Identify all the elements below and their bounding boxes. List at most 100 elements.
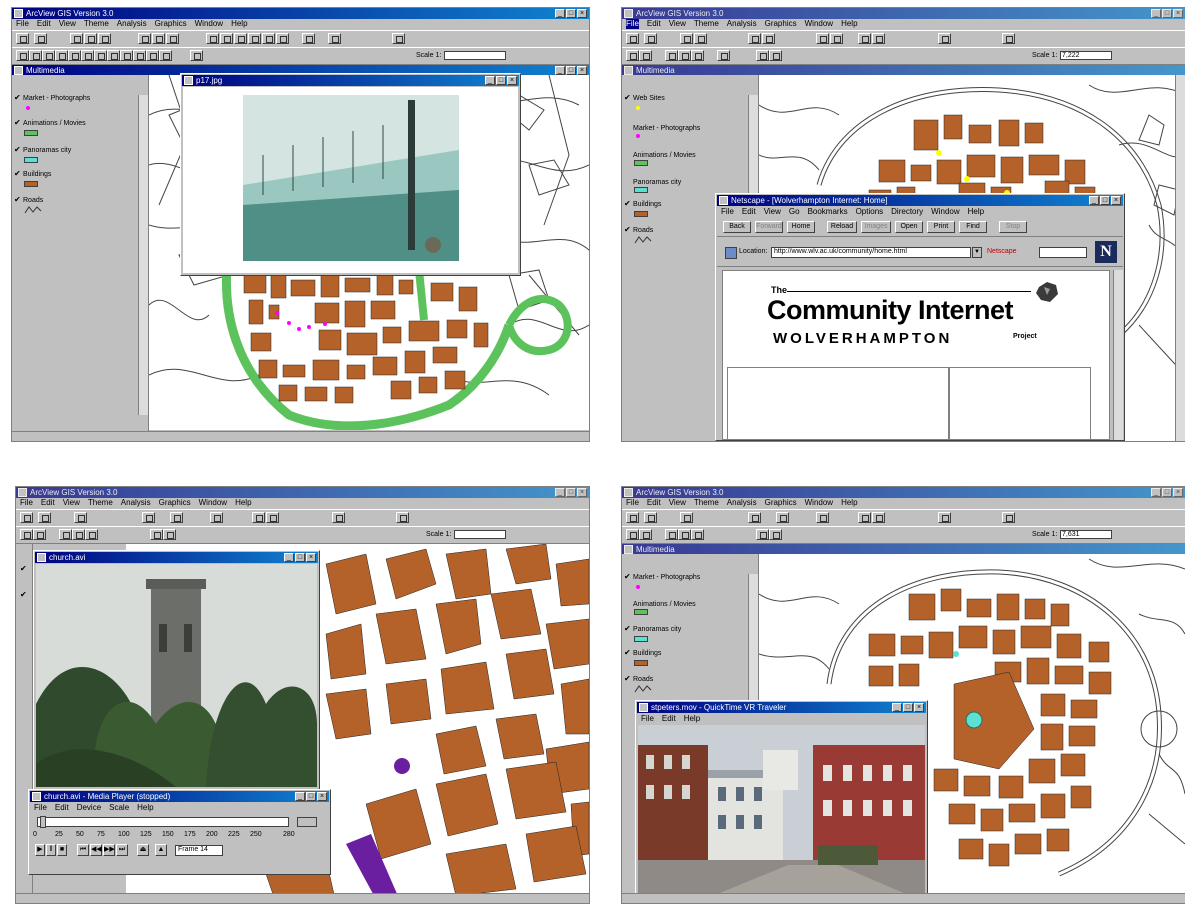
stop-icon[interactable]: ■	[57, 844, 67, 856]
identify-tool[interactable]	[20, 529, 33, 540]
visible-checkbox[interactable]: ✔	[14, 170, 21, 178]
visible-checkbox[interactable]: ✔	[624, 649, 631, 657]
menu-edit[interactable]: Edit	[647, 19, 661, 29]
scale-input[interactable]: 7,631	[1060, 530, 1112, 539]
pan-tool[interactable]	[85, 529, 98, 540]
menu-file[interactable]: File	[641, 714, 654, 724]
visible-checkbox[interactable]: ✔	[14, 94, 21, 102]
zoom-in-button[interactable]	[858, 512, 871, 523]
locate-button[interactable]	[152, 33, 165, 44]
save-project-button[interactable]	[16, 33, 29, 44]
menu-analysis[interactable]: Analysis	[121, 498, 151, 508]
movie-window[interactable]: church.avi _ □ ×	[33, 550, 320, 790]
layout-button[interactable]	[328, 33, 341, 44]
menu-window[interactable]: Window	[805, 498, 833, 508]
draw-tool[interactable]	[769, 50, 782, 61]
menu-help[interactable]: Help	[841, 498, 857, 508]
zoom-out-button[interactable]	[872, 33, 885, 44]
legend-check-1[interactable]: ✔	[20, 564, 27, 573]
minimize-button[interactable]: _	[485, 76, 495, 85]
menu-help[interactable]: Help	[968, 207, 984, 217]
open-button[interactable]: Open	[895, 221, 923, 233]
visible-checkbox[interactable]	[624, 177, 631, 184]
minimize-button[interactable]: _	[892, 703, 902, 712]
menu-file[interactable]: File	[34, 803, 47, 813]
menu-file[interactable]: File	[626, 498, 639, 508]
menu-theme[interactable]: Theme	[88, 498, 113, 508]
menu-go[interactable]: Go	[789, 207, 800, 217]
zoom-in-tool[interactable]	[665, 529, 678, 540]
legend-animations[interactable]: Animations / Movies	[624, 599, 696, 609]
find-button[interactable]	[748, 33, 761, 44]
menu-window[interactable]: Window	[931, 207, 959, 217]
close-button[interactable]: ×	[1173, 9, 1183, 18]
page-scrollbar[interactable]	[1113, 270, 1123, 440]
menu-theme[interactable]: Theme	[84, 19, 109, 29]
draw-tool[interactable]	[769, 529, 782, 540]
query-button[interactable]	[762, 33, 775, 44]
scale-input[interactable]: 7,222	[1060, 51, 1112, 60]
menu-bookmarks[interactable]: Bookmarks	[808, 207, 848, 217]
menu-options[interactable]: Options	[856, 207, 884, 217]
zoom-in-tool[interactable]	[59, 529, 72, 540]
zoom-out-button[interactable]	[266, 512, 279, 523]
print-button[interactable]: Print	[927, 221, 955, 233]
theme-properties-button[interactable]	[70, 33, 83, 44]
selection-buttons[interactable]	[297, 817, 317, 827]
home-button[interactable]: Home	[787, 221, 815, 233]
close-button[interactable]: ×	[577, 9, 587, 18]
minimize-button[interactable]: _	[1151, 488, 1161, 497]
maximize-button[interactable]: □	[566, 9, 576, 18]
minimize-button[interactable]: _	[1089, 196, 1099, 205]
menu-edit[interactable]: Edit	[662, 714, 676, 724]
pointer-tool[interactable]	[639, 529, 652, 540]
legend-roads[interactable]: ✔ Roads	[624, 226, 653, 235]
toc-scrollbar[interactable]	[138, 95, 148, 415]
close-button[interactable]: ×	[317, 792, 327, 801]
map-scrollbar[interactable]	[1175, 75, 1185, 441]
photo-window[interactable]: p17.jpg _ □ ×	[180, 73, 521, 276]
menu-help[interactable]: Help	[137, 803, 153, 813]
maximize-button[interactable]: □	[295, 553, 305, 562]
pointer-tool[interactable]	[639, 50, 652, 61]
draw-tool[interactable]	[159, 50, 172, 61]
theme-properties-button[interactable]	[74, 512, 87, 523]
zoom-in-tool[interactable]	[55, 50, 68, 61]
legend-panoramas[interactable]: ✔ Panoramas city	[624, 625, 681, 634]
view-minimize-button[interactable]: _	[555, 66, 565, 75]
panorama-view[interactable]	[638, 725, 925, 902]
find-button[interactable]	[748, 512, 761, 523]
hotlink-tool[interactable]	[717, 50, 730, 61]
find-button[interactable]	[142, 512, 155, 523]
menu-file[interactable]: File	[721, 207, 734, 217]
menu-help[interactable]: Help	[231, 19, 247, 29]
menu-device[interactable]: Device	[77, 803, 101, 813]
menu-view[interactable]: View	[764, 207, 781, 217]
label-tool[interactable]	[133, 50, 146, 61]
menu-file[interactable]: File	[626, 19, 639, 29]
legend-animations[interactable]: Animations / Movies	[624, 150, 696, 160]
menu-edit[interactable]: Edit	[742, 207, 756, 217]
hotlink-tool[interactable]	[107, 50, 120, 61]
zoom-active-button[interactable]	[830, 33, 843, 44]
text-tool[interactable]	[146, 50, 159, 61]
zoom-out-button[interactable]	[872, 512, 885, 523]
draw-tool[interactable]	[163, 529, 176, 540]
pan-tool[interactable]	[81, 50, 94, 61]
help-button[interactable]	[396, 512, 409, 523]
add-theme-button[interactable]	[644, 33, 657, 44]
next-mark-icon[interactable]: ⏭	[116, 844, 128, 856]
legend-photographs[interactable]: ✔ Market - Photographs	[14, 94, 90, 103]
legend-animations[interactable]: ✔ Animations / Movies	[14, 119, 86, 128]
menu-window[interactable]: Window	[805, 19, 833, 29]
visible-checkbox[interactable]: ✔	[624, 573, 631, 581]
zoom-active-button[interactable]	[220, 33, 233, 44]
visible-checkbox[interactable]	[624, 123, 631, 130]
legend-photographs[interactable]: Market - Photographs	[624, 123, 700, 133]
edit-legend-button[interactable]	[694, 33, 707, 44]
help-button[interactable]	[392, 33, 405, 44]
zoom-previous-button[interactable]	[276, 33, 289, 44]
help-button[interactable]	[1002, 33, 1015, 44]
scale-input[interactable]	[444, 51, 506, 60]
menu-edit[interactable]: Edit	[55, 803, 69, 813]
